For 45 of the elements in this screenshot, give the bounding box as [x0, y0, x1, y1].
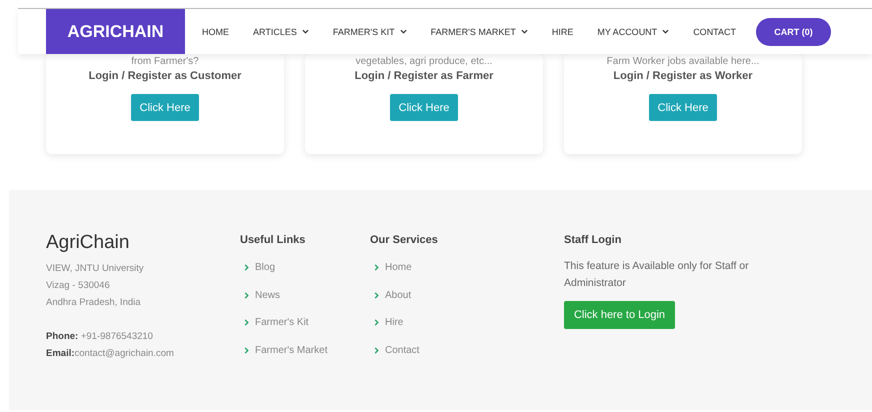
- chevron-icon: [244, 292, 249, 299]
- card-description: from Farmer's?: [131, 55, 199, 68]
- column-title: Staff Login: [564, 234, 622, 246]
- chevron-icon: [374, 264, 379, 272]
- nav-link[interactable]: HOME: [202, 26, 229, 36]
- card-description: vegetables, agri produce, etc...: [356, 55, 492, 68]
- nav-link[interactable]: MY ACCOUNT: [597, 26, 670, 36]
- click-here-button[interactable]: Click Here: [131, 94, 199, 121]
- nav-link[interactable]: FARMER'S MARKET: [430, 26, 528, 36]
- footer-brand: AgriChain: [46, 232, 130, 254]
- chevron-icon: [374, 346, 379, 354]
- address-line: Andhra Pradesh, India: [46, 296, 142, 310]
- footer-link[interactable]: Contact: [370, 336, 420, 364]
- footer-link[interactable]: Blog: [240, 254, 276, 282]
- chevron-icon: [244, 346, 249, 354]
- column-title: Our Services: [370, 234, 439, 246]
- nav-link[interactable]: ARTICLES: [253, 26, 309, 36]
- cart-button[interactable]: CART (0): [756, 18, 832, 46]
- click-here-button[interactable]: Click Here: [649, 94, 717, 121]
- logo[interactable]: AGRICHAIN: [46, 9, 185, 54]
- card-login-text: Login / Register as Worker: [613, 70, 753, 82]
- nav-link[interactable]: FARMER'S KIT: [332, 26, 407, 36]
- card-login-text: Login / Register as Farmer: [354, 70, 494, 82]
- phone-text: Phone: +91-9876543210: [46, 330, 154, 344]
- address-line: Vizag - 530046: [46, 279, 111, 293]
- chevron-icon: [374, 292, 379, 299]
- login-button[interactable]: Click here to Login: [564, 301, 675, 329]
- chevron-icon: [244, 264, 249, 272]
- card-description: Farm Worker jobs available here...: [606, 55, 760, 68]
- click-here-button[interactable]: Click Here: [390, 94, 458, 121]
- chevron-icon: [244, 319, 249, 326]
- footer-link[interactable]: Home: [370, 254, 412, 282]
- footer-link[interactable]: Hire: [370, 309, 404, 336]
- nav-link[interactable]: HIRE: [552, 26, 574, 36]
- email-text: Email:contact@agrichain.com: [46, 347, 175, 361]
- column-title: Useful Links: [240, 234, 306, 246]
- card-login-text: Login / Register as Customer: [88, 70, 242, 82]
- nav-link[interactable]: CONTACT: [693, 26, 736, 36]
- staff-login-text: This feature is Available only for Staff or Administrator: [564, 259, 750, 291]
- address-line: VIEW, JNTU University: [46, 262, 145, 276]
- chevron-icon: [374, 319, 379, 326]
- footer-link[interactable]: Farmer's Market: [240, 336, 328, 364]
- footer-link[interactable]: Farmer's Kit: [240, 309, 309, 336]
- footer-link[interactable]: About: [370, 282, 412, 309]
- footer-link[interactable]: News: [240, 282, 280, 309]
